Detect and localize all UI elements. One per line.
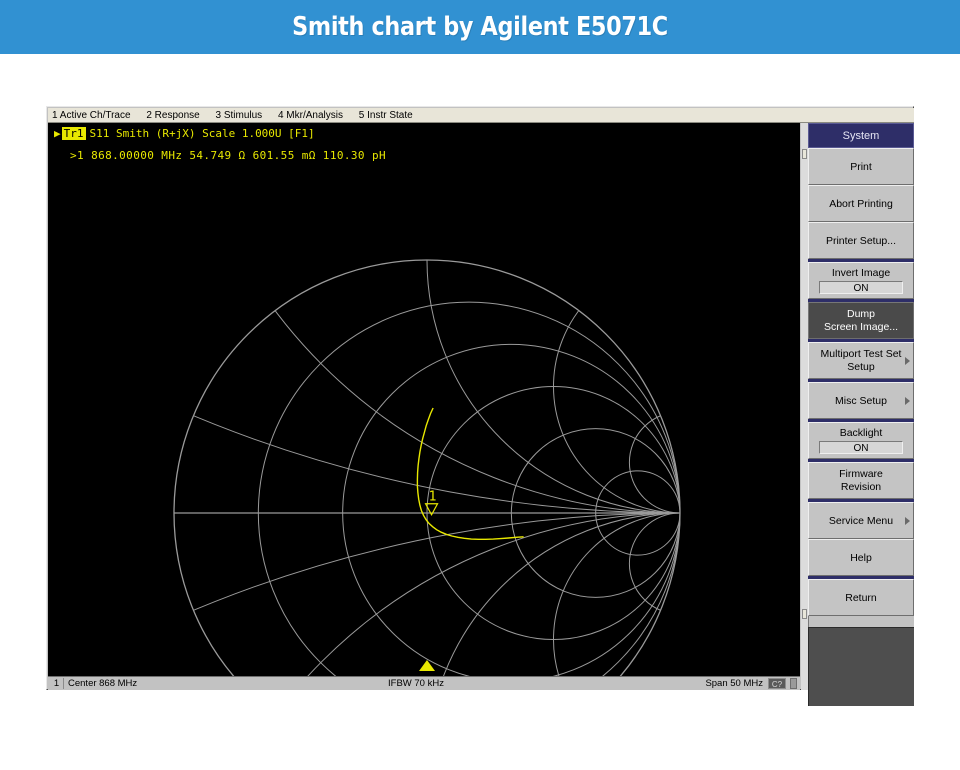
- trace-format-label: S11 Smith (R+jX) Scale 1.000U [F1]: [90, 127, 315, 140]
- softkey-label: Help: [850, 552, 872, 564]
- smith-grid-arc: [48, 513, 800, 676]
- softkey-label: Dump: [847, 308, 875, 321]
- softkey-value[interactable]: ON: [819, 441, 903, 454]
- smith-grid-arc: [174, 123, 800, 513]
- softkey-label: Abort Printing: [829, 198, 893, 210]
- smith-grid: [48, 123, 800, 676]
- smith-grid-arc: [48, 123, 800, 513]
- softkey-return[interactable]: Return: [808, 579, 914, 616]
- softkey-rail-nub: [802, 149, 807, 159]
- softkey-misc-setup[interactable]: Misc Setup: [808, 382, 914, 419]
- menu-item-mkr-analysis[interactable]: 4 Mkr/Analysis: [274, 108, 352, 123]
- trace-number-badge[interactable]: Tr1: [62, 127, 86, 140]
- status-correction-badge: C?: [768, 678, 786, 689]
- softkey-panel: System Print Abort Printing Printer Setup.…: [801, 123, 914, 690]
- softkey-print[interactable]: Print: [808, 148, 914, 185]
- softkey-label: Misc Setup: [835, 395, 887, 407]
- softkey-dump[interactable]: DumpScreen Image...: [808, 302, 914, 339]
- status-bar: 1 Center 868 MHz IFBW 70 kHz Span 50 MHz…: [48, 676, 800, 690]
- softkey-label-line2: Revision: [841, 481, 881, 494]
- softkey-invert-image[interactable]: Invert Image ON: [808, 262, 914, 299]
- softkey-menu-title: System: [808, 123, 914, 148]
- softkey-help[interactable]: Help: [808, 539, 914, 576]
- softkey-abort-printing[interactable]: Abort Printing: [808, 185, 914, 222]
- softkey-printer-setup[interactable]: Printer Setup...: [808, 222, 914, 259]
- smith-chart-graph[interactable]: 1 ▶Tr1 S11 Smith (R+jX) Scale 1.000U [F1]…: [48, 123, 800, 676]
- softkey-rail-nub: [802, 609, 807, 619]
- menu-bar[interactable]: 1 Active Ch/Trace 2 Response 3 Stimulus …: [48, 108, 914, 123]
- menu-item-active-ch-trace[interactable]: 1 Active Ch/Trace: [48, 108, 140, 123]
- menu-item-instr-state[interactable]: 5 Instr State: [355, 108, 422, 123]
- softkey-label-line2: Screen Image...: [824, 321, 898, 334]
- softkey-label: Print: [850, 161, 872, 173]
- smith-grid-circle: [174, 260, 680, 676]
- marker-readout: >1 868.00000 MHz 54.749 Ω 601.55 mΩ 110.…: [70, 149, 386, 162]
- page-title: Smith chart by Agilent E5071C: [67, 0, 893, 54]
- softkey-service-menu[interactable]: Service Menu: [808, 502, 914, 539]
- smith-grid-arc: [427, 513, 800, 676]
- softkey-multiport-test-set[interactable]: Multiport Test SetSetup: [808, 342, 914, 379]
- chevron-right-icon: [905, 517, 910, 525]
- softkey-label: Return: [845, 592, 877, 604]
- softkey-label: Multiport Test Set: [821, 348, 902, 361]
- smith-grid-arc: [174, 513, 800, 676]
- softkey-backlight[interactable]: Backlight ON: [808, 422, 914, 459]
- smith-grid-arc: [427, 123, 800, 513]
- softkey-menu-title-label: System: [843, 130, 880, 142]
- softkey-list: System Print Abort Printing Printer Setup.…: [808, 123, 914, 616]
- softkey-label-line2: Setup: [847, 361, 874, 374]
- status-ifbw[interactable]: IFBW 70 kHz: [388, 678, 444, 689]
- active-trace-arrow-icon: ▶: [54, 127, 61, 140]
- softkey-label: Invert Image: [832, 267, 890, 279]
- softkey-value[interactable]: ON: [819, 281, 903, 294]
- smith-chart-svg: 1: [48, 123, 800, 676]
- softkey-firmware[interactable]: FirmwareRevision: [808, 462, 914, 499]
- chevron-right-icon: [905, 357, 910, 365]
- softkey-label: Firmware: [839, 468, 883, 481]
- marker-number-label: 1: [429, 490, 437, 505]
- status-indicator-bar: [790, 678, 797, 689]
- smith-grid-circle: [258, 302, 680, 676]
- smith-reactance-arcs: [48, 123, 800, 676]
- menu-item-stimulus[interactable]: 3 Stimulus: [212, 108, 272, 123]
- softkey-label: Printer Setup...: [826, 235, 896, 247]
- softkey-empty-area: [808, 627, 914, 706]
- softkey-label: Service Menu: [829, 515, 893, 527]
- status-span[interactable]: Span 50 MHz: [705, 678, 763, 689]
- status-channel-number: 1: [50, 678, 64, 689]
- menu-item-response[interactable]: 2 Response: [142, 108, 208, 123]
- status-center-frequency[interactable]: Center 868 MHz: [68, 678, 137, 689]
- trace-status-row[interactable]: ▶Tr1 S11 Smith (R+jX) Scale 1.000U [F1]: [54, 127, 315, 140]
- chevron-right-icon: [905, 397, 910, 405]
- vna-window: 1 Active Ch/Trace 2 Response 3 Stimulus …: [46, 106, 914, 690]
- page-banner: Smith chart by Agilent E5071C: [0, 0, 960, 54]
- softkey-label: Backlight: [840, 427, 883, 439]
